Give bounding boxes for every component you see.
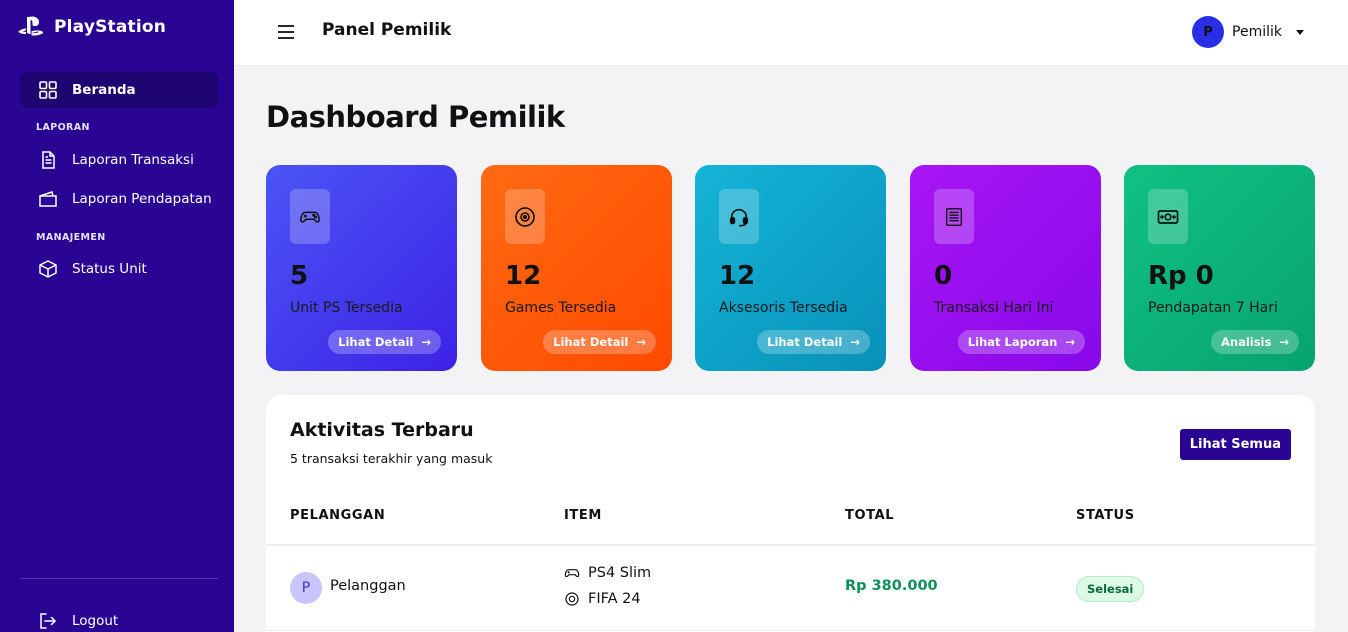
item-name: PS4 Slim <box>588 565 652 581</box>
stat-value: Rp 0 <box>1148 261 1214 291</box>
user-name: Pemilik <box>1232 24 1282 40</box>
column-header-status: STATUS <box>1076 508 1135 523</box>
receipt-icon <box>934 189 974 244</box>
customer-avatar: P <box>290 572 322 604</box>
action-label: Lihat Detail <box>553 335 629 349</box>
activity-subtitle: 5 transaksi terakhir yang masuk <box>290 451 493 466</box>
column-header-customer: PELANGGAN <box>290 508 386 523</box>
money-icon <box>1148 189 1188 244</box>
action-label: Lihat Laporan <box>967 335 1058 349</box>
stat-label: Pendapatan 7 Hari <box>1148 300 1278 316</box>
disc-icon <box>505 189 545 244</box>
gamepad-icon <box>564 569 580 578</box>
brand[interactable]: PlayStation <box>18 16 166 38</box>
item-name: FIFA 24 <box>588 591 641 607</box>
wallet-icon <box>38 189 58 209</box>
view-detail-button[interactable]: Lihat Detail → <box>543 330 656 354</box>
arrow-right-icon: → <box>850 335 860 349</box>
disc-icon <box>565 592 579 606</box>
gamepad-icon <box>290 189 330 244</box>
arrow-right-icon: → <box>636 335 646 349</box>
stat-label: Aksesoris Tersedia <box>719 300 848 316</box>
panel-title: Panel Pemilik <box>322 20 452 40</box>
stat-card-revenue: Rp 0 Pendapatan 7 Hari Analisis → <box>1124 165 1315 371</box>
sidebar-item-beranda[interactable]: Beranda <box>20 72 218 108</box>
stat-value: 5 <box>290 261 309 291</box>
item-entry: FIFA 24 <box>564 591 641 607</box>
arrow-right-icon: → <box>421 335 431 349</box>
stat-card-games: 12 Games Tersedia Lihat Detail → <box>481 165 672 371</box>
section-laporan: LAPORAN <box>36 122 90 133</box>
arrow-right-icon: → <box>1065 335 1075 349</box>
stat-card-accessories: 12 Aksesoris Tersedia Lihat Detail → <box>695 165 886 371</box>
dashboard-grid-icon <box>38 80 58 100</box>
action-label: Lihat Detail <box>338 335 414 349</box>
sidebar-item-label: Beranda <box>72 82 136 98</box>
logout-label: Logout <box>72 613 119 629</box>
activity-title: Aktivitas Terbaru <box>290 419 474 441</box>
stat-value: 12 <box>719 261 756 291</box>
brand-name: PlayStation <box>54 17 167 37</box>
analysis-button[interactable]: Analisis → <box>1210 330 1299 354</box>
menu-icon[interactable] <box>276 22 296 42</box>
headset-icon <box>719 189 759 244</box>
page-title: Dashboard Pemilik <box>266 100 565 134</box>
action-label: Analisis <box>1220 335 1272 349</box>
avatar: P <box>1192 16 1225 48</box>
item-entry: PS4 Slim <box>564 565 651 581</box>
view-detail-button[interactable]: Lihat Detail → <box>328 330 441 354</box>
chevron-down-icon <box>1296 29 1304 35</box>
action-label: Lihat Detail <box>767 335 843 349</box>
logout-button[interactable]: Logout <box>20 603 218 632</box>
view-detail-button[interactable]: Lihat Detail → <box>757 330 870 354</box>
table-header-divider <box>266 544 1315 546</box>
recent-activity-panel: Aktivitas Terbaru 5 transaksi terakhir y… <box>266 395 1315 632</box>
sidebar-item-laporan-pendapatan[interactable]: Laporan Pendapatan <box>20 181 218 217</box>
sidebar-item-laporan-transaksi[interactable]: Laporan Transaksi <box>20 142 218 178</box>
stat-card-units: 5 Unit PS Tersedia Lihat Detail → <box>266 165 457 371</box>
document-icon <box>38 150 58 170</box>
stat-value: 12 <box>505 261 542 291</box>
stat-label: Unit PS Tersedia <box>290 300 403 316</box>
status-badge: Selesai <box>1076 576 1145 602</box>
view-report-button[interactable]: Lihat Laporan → <box>957 330 1085 354</box>
sidebar: PlayStation Beranda LAPORAN Laporan Tran… <box>0 0 234 632</box>
column-header-total: TOTAL <box>845 508 895 523</box>
column-header-item: ITEM <box>564 508 602 523</box>
stat-card-transactions: 0 Transaksi Hari Ini Lihat Laporan → <box>910 165 1101 371</box>
row-divider <box>266 630 1315 631</box>
arrow-right-icon: → <box>1279 335 1289 349</box>
stat-label: Transaksi Hari Ini <box>934 300 1054 316</box>
row-total: Rp 380.000 <box>845 578 938 594</box>
sidebar-item-label: Laporan Transaksi <box>72 152 194 168</box>
sidebar-item-label: Status Unit <box>72 261 147 277</box>
sidebar-item-status-unit[interactable]: Status Unit <box>20 251 218 287</box>
sidebar-item-label: Laporan Pendapatan <box>72 191 212 207</box>
sidebar-divider <box>20 578 218 579</box>
customer-name: Pelanggan <box>330 578 406 594</box>
section-manajemen: MANAJEMEN <box>36 232 106 243</box>
stat-value: 0 <box>934 261 953 291</box>
topbar: Panel Pemilik P Pemilik <box>234 0 1348 66</box>
see-all-button[interactable]: Lihat Semua <box>1179 429 1291 460</box>
logout-icon <box>38 611 58 631</box>
stat-label: Games Tersedia <box>505 300 617 316</box>
box-icon <box>38 259 58 279</box>
user-menu[interactable]: P Pemilik <box>1192 16 1304 48</box>
playstation-logo-icon <box>18 16 44 36</box>
